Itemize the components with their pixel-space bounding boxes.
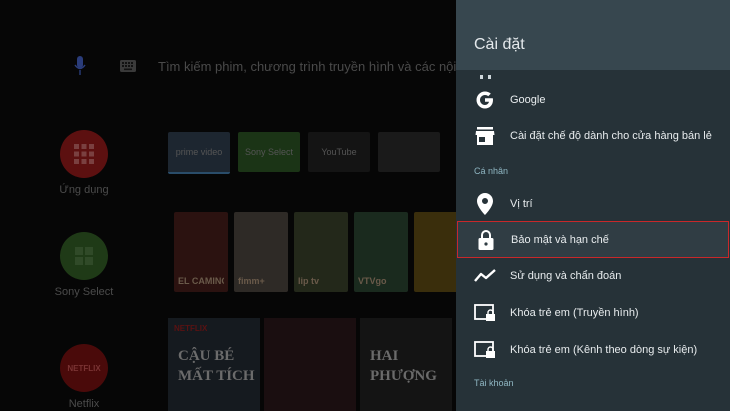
settings-item-google[interactable]: Google — [456, 82, 730, 118]
thumbnail-title: VTVgo — [358, 276, 387, 286]
keyboard-icon[interactable] — [120, 59, 136, 73]
section-header-personal: Cá nhân — [474, 166, 509, 176]
section-header-account: Tài khoản — [474, 378, 514, 388]
settings-item-label: Cài đặt chế độ dành cho cửa hàng bán lẻ — [510, 130, 712, 142]
settings-item-retail-mode[interactable]: Cài đặt chế độ dành cho cửa hàng bán lẻ — [456, 118, 730, 154]
settings-item-usage-diagnostics[interactable]: Sử dụng và chẩn đoán — [456, 258, 730, 294]
thumbnail-tile[interactable]: EL CAMINO — [174, 212, 228, 292]
google-icon — [473, 88, 497, 112]
settings-item-label: Sử dụng và chẩn đoán — [510, 270, 622, 282]
thumbnail-title: lip tv — [298, 276, 320, 286]
store-icon — [473, 124, 497, 148]
settings-item-label: Bảo mật và hạn chế — [511, 233, 609, 246]
tv-lock-icon — [473, 338, 497, 362]
app-label: Ứng dụng — [59, 184, 109, 196]
settings-item-label: Khóa trẻ em (Kênh theo dòng sự kiện) — [510, 344, 698, 356]
lock-icon — [474, 228, 498, 252]
thumbnail-tile[interactable] — [414, 212, 456, 292]
thumbnail-title: fimm+ — [238, 276, 265, 286]
settings-item-child-lock-tv[interactable]: Khóa trẻ em (Truyền hình) — [456, 295, 730, 331]
apps-grid-icon — [60, 130, 108, 178]
microphone-icon[interactable] — [74, 55, 86, 77]
app-label: Sony Select — [54, 286, 114, 298]
channel-tile[interactable] — [378, 132, 440, 172]
channel-row: prime video Sony Select YouTube — [168, 132, 440, 174]
featured-title: CẬU BÉ MẤT TÍCH — [178, 348, 255, 384]
featured-tile[interactable] — [264, 318, 356, 411]
thumbnail-tile[interactable]: VTVgo — [354, 212, 408, 292]
featured-row: NETFLIX CẬU BÉ MẤT TÍCH HAI PHƯỢNG — [168, 318, 456, 411]
thumbnail-tile[interactable]: lip tv — [294, 212, 348, 292]
settings-item-child-lock-channels[interactable]: Khóa trẻ em (Kênh theo dòng sự kiện) — [456, 332, 730, 368]
settings-panel: Cài đặt Google Cài đặt chế độ dành cho c… — [456, 0, 730, 411]
featured-brand: NETFLIX — [174, 324, 208, 333]
app-tile-sony-select[interactable]: Sony Select — [44, 232, 124, 298]
app-label: Netflix — [68, 398, 100, 410]
search-bar[interactable]: Tìm kiếm phim, chương trình truyền hình … — [74, 52, 456, 80]
thumbnail-row: EL CAMINO fimm+ lip tv VTVgo — [174, 212, 456, 292]
search-placeholder: Tìm kiếm phim, chương trình truyền hình … — [158, 58, 456, 74]
app-tile-apps[interactable]: Ứng dụng — [44, 130, 124, 196]
trend-icon — [473, 264, 497, 288]
settings-header: Cài đặt — [456, 0, 730, 70]
sony-select-icon — [60, 232, 108, 280]
settings-item-label: Vị trí — [510, 198, 533, 210]
settings-item-security[interactable]: Bảo mật và hạn chế — [457, 221, 729, 258]
settings-item-label: Khóa trẻ em (Truyền hình) — [510, 307, 639, 319]
channel-tile[interactable]: prime video — [168, 132, 230, 174]
settings-title: Cài đặt — [474, 36, 525, 53]
featured-tile[interactable]: NETFLIX CẬU BÉ MẤT TÍCH — [168, 318, 260, 411]
channel-tile[interactable]: YouTube — [308, 132, 370, 172]
tv-lock-icon — [473, 301, 497, 325]
thumbnail-tile[interactable]: fimm+ — [234, 212, 288, 292]
home-screen: Tìm kiếm phim, chương trình truyền hình … — [0, 0, 456, 411]
featured-tile[interactable]: HAI PHƯỢNG — [360, 318, 452, 411]
location-icon — [473, 192, 497, 216]
app-tile-netflix[interactable]: NETFLIX Netflix — [44, 344, 124, 410]
thumbnail-title: EL CAMINO — [178, 276, 224, 286]
settings-item-location[interactable]: Vị trí — [456, 186, 730, 222]
channel-tile[interactable]: Sony Select — [238, 132, 300, 172]
featured-title: HAI PHƯỢNG — [370, 348, 437, 384]
settings-item-label: Google — [510, 94, 546, 106]
netflix-logo-icon: NETFLIX — [60, 344, 108, 392]
